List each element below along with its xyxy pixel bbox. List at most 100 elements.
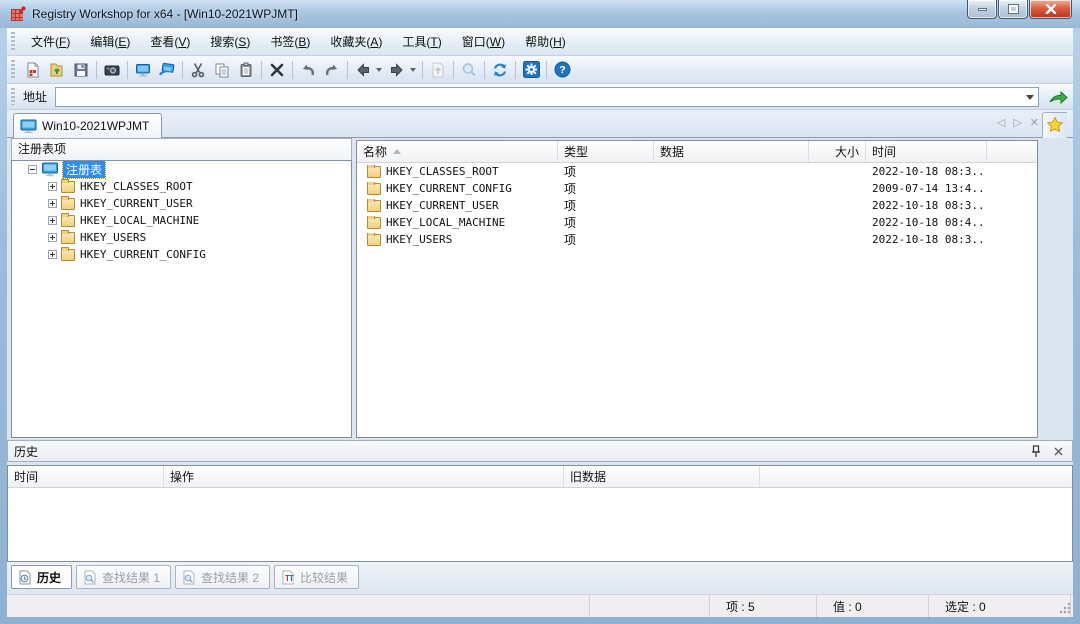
menu-favorites[interactable]: 收藏夹(A) xyxy=(320,29,392,54)
folder-icon xyxy=(61,249,75,261)
list-row[interactable]: HKEY_USERS 项 2022-10-18 08:3... xyxy=(357,231,1037,248)
collapse-icon[interactable] xyxy=(28,165,37,174)
go-button[interactable] xyxy=(1045,86,1071,108)
local-computer-button[interactable] xyxy=(131,58,155,81)
tab-scroll-right-button[interactable]: ▷ xyxy=(1013,116,1021,129)
tab-win10-2021wpjmt[interactable]: Win10-2021WPJMT xyxy=(13,113,162,138)
column-header-time[interactable]: 时间 xyxy=(866,141,987,162)
import-icon xyxy=(49,62,65,78)
menu-help[interactable]: 帮助(H) xyxy=(515,29,576,54)
tree-item-label[interactable]: HKEY_LOCAL_MACHINE xyxy=(80,214,199,227)
sort-ascending-icon xyxy=(393,149,401,154)
forward-dropdown-icon[interactable] xyxy=(410,68,416,72)
tab-find-results-2[interactable]: 查找结果 2 xyxy=(175,565,270,589)
list-row[interactable]: HKEY_CLASSES_ROOT 项 2022-10-18 08:3... xyxy=(357,163,1037,180)
new-key-button[interactable] xyxy=(21,58,45,81)
redo-button[interactable] xyxy=(320,58,344,81)
tree-item-label-selected[interactable]: 注册表 xyxy=(63,161,105,178)
tab-label: 比较结果 xyxy=(300,569,348,586)
address-input[interactable] xyxy=(58,89,1020,105)
minimize-button[interactable] xyxy=(967,0,997,19)
tree-item-hkcu[interactable]: HKEY_CURRENT_USER xyxy=(12,195,351,212)
menu-edit[interactable]: 编辑(E) xyxy=(80,29,140,54)
import-button[interactable] xyxy=(45,58,69,81)
status-values: 值 : 0 xyxy=(817,595,929,617)
column-header-old-data[interactable]: 旧数据 xyxy=(564,466,760,487)
tab-find-results-1[interactable]: 查找结果 1 xyxy=(76,565,171,589)
column-header-operation[interactable]: 操作 xyxy=(164,466,564,487)
menu-search[interactable]: 搜索(S) xyxy=(200,29,260,54)
address-dropdown-icon[interactable] xyxy=(1026,95,1034,100)
export-button[interactable] xyxy=(426,58,450,81)
key-time: 2022-10-18 08:3... xyxy=(866,199,987,212)
undo-button[interactable] xyxy=(296,58,320,81)
folder-icon xyxy=(367,234,381,246)
menu-view[interactable]: 查看(V) xyxy=(140,29,200,54)
list-row[interactable]: HKEY_CURRENT_USER 项 2022-10-18 08:3... xyxy=(357,197,1037,214)
column-header-name[interactable]: 名称 xyxy=(357,141,558,162)
tree-item-root[interactable]: 注册表 xyxy=(12,161,351,178)
computer-icon xyxy=(20,119,37,134)
resize-grip[interactable] xyxy=(1059,602,1071,614)
title-bar: Registry Workshop for x64 - [Win10-2021W… xyxy=(0,0,1080,28)
list-row[interactable]: HKEY_CURRENT_CONFIG 项 2009-07-14 13:4... xyxy=(357,180,1037,197)
tab-history[interactable]: 历史 xyxy=(11,565,72,589)
options-button[interactable] xyxy=(519,58,543,81)
menu-tools[interactable]: 工具(T) xyxy=(392,29,451,54)
key-time: 2009-07-14 13:4... xyxy=(866,182,987,195)
menu-window[interactable]: 窗口(W) xyxy=(452,29,515,54)
tab-close-button[interactable]: ✕ xyxy=(1030,116,1039,129)
tree-item-label[interactable]: HKEY_CURRENT_USER xyxy=(80,197,193,210)
expand-icon[interactable] xyxy=(48,199,57,208)
list-row[interactable]: HKEY_LOCAL_MACHINE 项 2022-10-18 08:4... xyxy=(357,214,1037,231)
tree-item-hklm[interactable]: HKEY_LOCAL_MACHINE xyxy=(12,212,351,229)
copy-button[interactable] xyxy=(210,58,234,81)
expand-icon[interactable] xyxy=(48,233,57,242)
tree-item-hkcr[interactable]: HKEY_CLASSES_ROOT xyxy=(12,178,351,195)
key-type: 项 xyxy=(558,180,654,197)
tree-item-label[interactable]: HKEY_CLASSES_ROOT xyxy=(80,180,193,193)
save-icon xyxy=(73,62,89,78)
toolbar-separator xyxy=(422,61,423,79)
menu-bookmarks[interactable]: 书签(B) xyxy=(260,29,320,54)
paste-button[interactable] xyxy=(234,58,258,81)
close-button[interactable] xyxy=(1029,0,1072,19)
panel-close-button[interactable] xyxy=(1050,444,1066,458)
remote-computer-button[interactable] xyxy=(155,58,179,81)
expand-icon[interactable] xyxy=(48,216,57,225)
status-selected: 选定 : 0 xyxy=(929,595,1071,617)
help-button[interactable]: ? xyxy=(550,58,574,81)
tab-scroll-left-button[interactable]: ◁ xyxy=(997,116,1005,129)
registry-tree[interactable]: 注册表 HKEY_CLASSES_ROOT HKEY_CURRENT_USER … xyxy=(11,160,352,438)
refresh-button[interactable] xyxy=(488,58,512,81)
history-title-bar: 历史 xyxy=(7,440,1073,462)
cut-button[interactable] xyxy=(186,58,210,81)
status-message xyxy=(7,595,590,617)
find-button[interactable] xyxy=(457,58,481,81)
help-icon: ? xyxy=(554,61,571,78)
delete-button[interactable] xyxy=(265,58,289,81)
snapshot-button[interactable] xyxy=(100,58,124,81)
folder-icon xyxy=(367,183,381,195)
column-header-size[interactable]: 大小 xyxy=(809,141,866,162)
expand-icon[interactable] xyxy=(48,250,57,259)
tree-item-label[interactable]: HKEY_CURRENT_CONFIG xyxy=(80,248,206,261)
maximize-button[interactable] xyxy=(998,0,1028,19)
column-header-type[interactable]: 类型 xyxy=(558,141,654,162)
tab-compare-results[interactable]: TT 比较结果 xyxy=(274,565,359,589)
column-header-data[interactable]: 数据 xyxy=(654,141,809,162)
back-button[interactable] xyxy=(351,58,375,81)
back-dropdown-icon[interactable] xyxy=(376,68,382,72)
tree-item-label[interactable]: HKEY_USERS xyxy=(80,231,146,244)
tree-item-hku[interactable]: HKEY_USERS xyxy=(12,229,351,246)
save-button[interactable] xyxy=(69,58,93,81)
forward-button[interactable] xyxy=(385,58,409,81)
pin-button[interactable] xyxy=(1028,444,1044,458)
key-name: HKEY_LOCAL_MACHINE xyxy=(386,216,505,229)
expand-icon[interactable] xyxy=(48,182,57,191)
column-header-time[interactable]: 时间 xyxy=(8,466,164,487)
tree-item-hkcc[interactable]: HKEY_CURRENT_CONFIG xyxy=(12,246,351,263)
menubar-gripper xyxy=(11,32,15,51)
window-title: Registry Workshop for x64 - [Win10-2021W… xyxy=(32,7,298,21)
menu-file[interactable]: 文件(F) xyxy=(21,29,80,54)
